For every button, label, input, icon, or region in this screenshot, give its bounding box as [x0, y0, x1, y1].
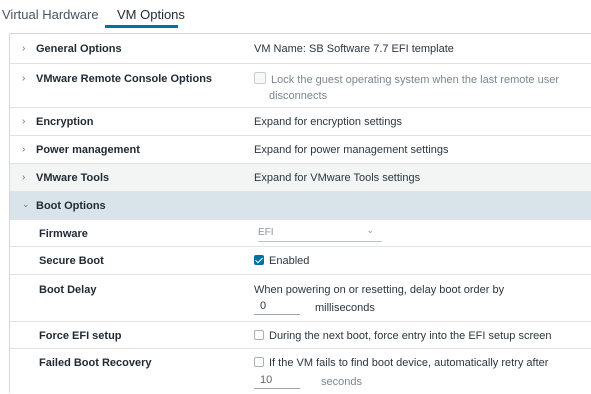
- force-efi-checkbox-label: During the next boot, force entry into t…: [269, 330, 552, 342]
- tab-bar: Virtual Hardware VM Options: [0, 0, 591, 30]
- retry-delay-value: 10: [260, 374, 273, 386]
- boot-delay-unit: milliseconds: [315, 302, 375, 314]
- active-tab-indicator: [105, 25, 178, 28]
- firmware-label: Firmware: [39, 228, 88, 240]
- secure-boot-row: Secure Boot Enabled: [10, 247, 591, 275]
- retry-delay-unit: seconds: [321, 376, 362, 388]
- retry-delay-input[interactable]: 10: [254, 373, 300, 389]
- secure-boot-label: Secure Boot: [39, 255, 104, 267]
- force-efi-label: Force EFI setup: [39, 330, 122, 342]
- firmware-selected-value: EFI: [258, 227, 274, 238]
- secure-boot-checkbox[interactable]: [254, 255, 264, 265]
- tab-vm-options[interactable]: VM Options: [117, 7, 185, 23]
- firmware-row: Firmware EFI ⌄: [10, 220, 591, 247]
- section-label: Power management: [36, 144, 140, 156]
- firmware-select[interactable]: EFI ⌄: [258, 225, 382, 242]
- power-hint: Expand for power management settings: [254, 144, 449, 156]
- encryption-hint: Expand for encryption settings: [254, 116, 402, 128]
- lock-guest-label-line2: disconnects: [269, 90, 328, 102]
- chevron-down-icon: ⌄: [366, 225, 374, 235]
- section-label: Boot Options: [36, 200, 106, 212]
- force-efi-option: During the next boot, force entry into t…: [254, 330, 552, 342]
- boot-delay-description: When powering on or resetting, delay boo…: [254, 284, 505, 296]
- section-label: VMware Remote Console Options: [36, 73, 213, 85]
- chevron-right-icon[interactable]: ›: [22, 172, 25, 183]
- boot-delay-value: 0: [260, 300, 267, 312]
- section-general-options[interactable]: › General Options VM Name: SB Software 7…: [10, 34, 591, 64]
- failed-boot-recovery-label: Failed Boot Recovery: [39, 357, 152, 369]
- chevron-right-icon[interactable]: ›: [22, 73, 25, 84]
- section-label: Encryption: [36, 116, 94, 128]
- lock-guest-label-line1: Lock the guest operating system when the…: [271, 74, 559, 86]
- failed-boot-recovery-row: Failed Boot Recovery If the VM fails to …: [10, 349, 591, 394]
- failed-boot-recovery-option: If the VM fails to find boot device, aut…: [254, 357, 548, 369]
- chevron-right-icon[interactable]: ›: [22, 116, 25, 127]
- secure-boot-option: Enabled: [254, 255, 309, 267]
- force-efi-row: Force EFI setup During the next boot, fo…: [10, 322, 591, 349]
- boot-delay-row: Boot Delay When powering on or resetting…: [10, 275, 591, 322]
- failed-boot-recovery-checkbox[interactable]: [254, 357, 264, 367]
- section-label: VMware Tools: [36, 172, 110, 184]
- chevron-right-icon[interactable]: ›: [22, 43, 25, 54]
- failed-boot-recovery-checkbox-label: If the VM fails to find boot device, aut…: [269, 357, 549, 369]
- section-label: General Options: [36, 43, 122, 55]
- secure-boot-checkbox-label: Enabled: [269, 255, 310, 267]
- tab-virtual-hardware[interactable]: Virtual Hardware: [2, 7, 99, 23]
- force-efi-checkbox[interactable]: [254, 330, 264, 340]
- vm-options-panel: › General Options VM Name: SB Software 7…: [9, 33, 591, 394]
- lock-guest-option: Lock the guest operating system when the…: [254, 72, 559, 86]
- section-vmware-tools[interactable]: › VMware Tools Expand for VMware Tools s…: [10, 164, 591, 192]
- section-encryption[interactable]: › Encryption Expand for encryption setti…: [10, 108, 591, 136]
- vm-name-value: VM Name: SB Software 7.7 EFI template: [254, 43, 454, 55]
- section-power-management[interactable]: › Power management Expand for power mana…: [10, 136, 591, 164]
- section-remote-console[interactable]: › VMware Remote Console Options Lock the…: [10, 64, 591, 108]
- boot-delay-input[interactable]: 0: [254, 299, 300, 315]
- chevron-down-icon[interactable]: ⌄: [22, 199, 30, 210]
- lock-guest-checkbox[interactable]: [254, 72, 266, 84]
- chevron-right-icon[interactable]: ›: [22, 144, 25, 155]
- tools-hint: Expand for VMware Tools settings: [254, 172, 421, 184]
- section-boot-options[interactable]: ⌄ Boot Options: [10, 192, 591, 220]
- boot-delay-label: Boot Delay: [39, 284, 97, 296]
